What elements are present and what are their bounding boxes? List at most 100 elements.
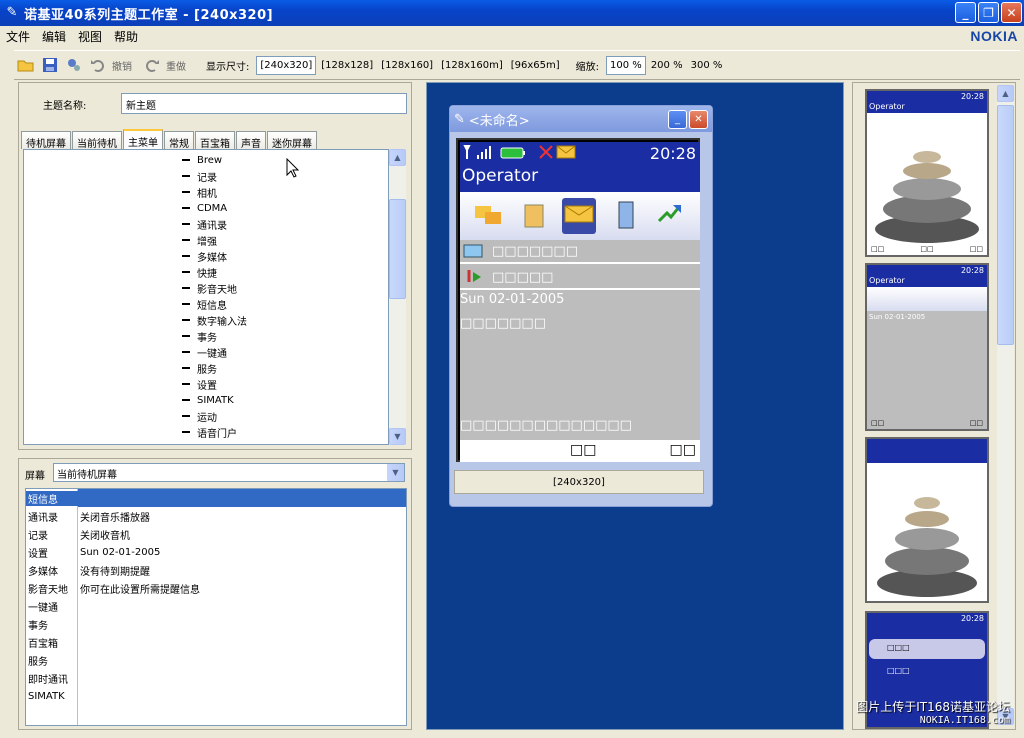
tree-item[interactable]: CDMA [182,200,227,216]
reminder-text: □□□□□□□ [460,316,546,331]
table-row[interactable]: 即时通讯 [26,669,406,687]
menu-tree: Brew 记录 相机 CDMA 通讯录 增强 多媒体 快捷 影音天地 短信息 数… [23,149,389,445]
preview-canvas: ✎ <未命名> _ ✕ 20:28 Operator □□□□□□□ □□□□□… [426,82,844,730]
minimize-button[interactable]: _ [955,2,976,23]
softkey-right[interactable]: □□ [670,442,696,458]
menu-file[interactable]: 文件 [0,28,36,45]
tree-item[interactable]: 语音门户 [182,424,237,440]
tab-standby-screen[interactable]: 待机屏幕 [21,131,71,150]
tree-item[interactable]: 多媒体 [182,248,227,264]
tab-sound[interactable]: 声音 [236,131,266,150]
tree-item[interactable]: 运动 [182,408,217,424]
settings-icon[interactable] [64,55,84,75]
tree-item[interactable]: 服务 [182,360,217,376]
table-row[interactable]: 设置 Sun 02-01-2005 [26,543,406,561]
table-row[interactable]: 多媒体 没有待到期提醒 [26,561,406,579]
thumbnail-main-menu[interactable] [865,437,989,603]
toolbar: 撤销 重做 显示尺寸: [240x320] [128x128] [128x160… [14,50,1020,80]
tab-toolbox[interactable]: 百宝箱 [195,131,235,150]
tree-item[interactable]: 设置 [182,376,217,392]
stones-wallpaper-image [877,497,977,597]
undo-label[interactable]: 撤销 [112,58,132,73]
scroll-up-icon[interactable]: ▲ [997,85,1014,102]
table-row[interactable]: 通讯录 关闭音乐播放器 [26,507,406,525]
tree-item[interactable]: 通讯录 [182,216,227,232]
theme-name-input[interactable]: 新主题 [121,93,407,114]
size-option-240x320[interactable]: [240x320] [256,55,317,75]
table-row[interactable]: 服务 [26,651,406,669]
table-row[interactable]: 影音天地 你可在此设置所需提醒信息 [26,579,406,597]
tree-item[interactable]: 数字输入法 [182,312,247,328]
pen-icon: ✎ [454,111,465,127]
tab-main-menu[interactable]: 主菜单 [123,129,163,149]
phone-minimize-button[interactable]: _ [668,110,687,129]
screen-select[interactable]: 当前待机屏幕 ▼ [53,463,405,482]
tree-item[interactable]: 相机 [182,184,217,200]
zoom-option-300[interactable]: 300 % [688,57,726,74]
phone-close-button[interactable]: ✕ [689,110,708,129]
size-option-128x128[interactable]: [128x128] [318,57,376,74]
table-row[interactable]: 事务 [26,615,406,633]
scroll-thumb[interactable] [997,105,1014,345]
tree-item[interactable]: 记录 [182,168,217,184]
tab-mini-screen[interactable]: 迷你屏幕 [267,131,317,150]
status-bar: 20:28 Operator [460,142,700,192]
chat-shortcut-icon[interactable] [472,198,506,234]
menu-help[interactable]: 帮助 [108,28,144,45]
tree-scrollbar[interactable]: ▲ ▼ [389,149,406,445]
tree-item[interactable]: SIMATK [182,392,234,408]
table-row[interactable]: 一键通 [26,597,406,615]
phone-preview-window[interactable]: ✎ <未命名> _ ✕ 20:28 Operator □□□□□□□ □□□□□… [449,105,713,507]
zoom-option-200[interactable]: 200 % [648,57,686,74]
tab-general[interactable]: 常规 [164,131,194,150]
thumbnail-standby-screen[interactable]: 20:28 Operator □□ □□ □□ [865,89,989,257]
tree-item[interactable]: 影音天地 [182,280,237,296]
phone-window-title: <未命名> [468,113,530,129]
thumbnail-scrollbar[interactable]: ▲ ▼ [997,85,1014,725]
thumbnail-current-standby[interactable]: 20:28 Operator Sun 02-01-2005 □□ □□ [865,263,989,431]
menu-view[interactable]: 视图 [72,28,108,45]
menu-edit[interactable]: 编辑 [36,28,72,45]
redo-icon[interactable] [142,55,162,75]
scroll-down-icon[interactable]: ▼ [389,428,406,445]
phone-shortcut-icon[interactable] [608,198,642,234]
table-row[interactable]: 记录 关闭收音机 [26,525,406,543]
window-title: 诺基亚40系列主题工作室 - [240x320] [24,7,274,23]
maximize-button[interactable]: ❐ [978,2,999,23]
size-option-128x160m[interactable]: [128x160m] [438,57,506,74]
calendar-shortcut-icon[interactable] [518,198,552,234]
scroll-thumb[interactable] [389,199,406,299]
list-item[interactable]: □□□□□ [460,266,700,290]
redo-label[interactable]: 重做 [166,58,186,73]
transfer-shortcut-icon[interactable] [652,198,686,234]
table-row[interactable]: SIMATK [26,687,406,705]
thumbnail-strip: 20:28 Operator □□ □□ □□ 20:28 Operator Sun… [852,82,1016,730]
scroll-up-icon[interactable]: ▲ [389,149,406,166]
messages-shortcut-icon[interactable] [562,198,596,234]
list-item[interactable]: □□□□□□□ [460,240,700,264]
save-icon[interactable] [40,55,60,75]
phone-window-titlebar[interactable]: ✎ <未命名> _ ✕ [450,106,712,132]
table-row[interactable]: 百宝箱 [26,633,406,651]
size-option-128x160[interactable]: [128x160] [378,57,436,74]
tree-item[interactable]: 增强 [182,232,217,248]
table-row[interactable]: 短信息 [26,489,406,507]
size-option-96x65m[interactable]: [96x65m] [508,57,563,74]
tree-item[interactable]: 短信息 [182,296,227,312]
zoom-option-100[interactable]: 100 % [606,55,646,75]
info-message-text: □□□□□□□□□□□□□□ [460,418,632,433]
tree-item[interactable]: Brew [182,152,222,168]
tree-item[interactable]: 事务 [182,328,217,344]
tree-item[interactable]: 快捷 [182,264,217,280]
close-button[interactable]: ✕ [1001,2,1022,23]
tab-current-standby[interactable]: 当前待机 [72,131,122,150]
clock: 20:28 [649,144,696,163]
chevron-down-icon[interactable]: ▼ [387,464,404,481]
tree-item[interactable]: 一键通 [182,344,227,360]
undo-icon[interactable] [88,55,108,75]
signal-icon [463,145,503,162]
open-folder-icon[interactable] [16,55,36,75]
softkey-center[interactable]: □□ [570,442,596,458]
stones-wallpaper-image [875,151,979,243]
window-controls: _ ❐ ✕ [955,2,1022,23]
